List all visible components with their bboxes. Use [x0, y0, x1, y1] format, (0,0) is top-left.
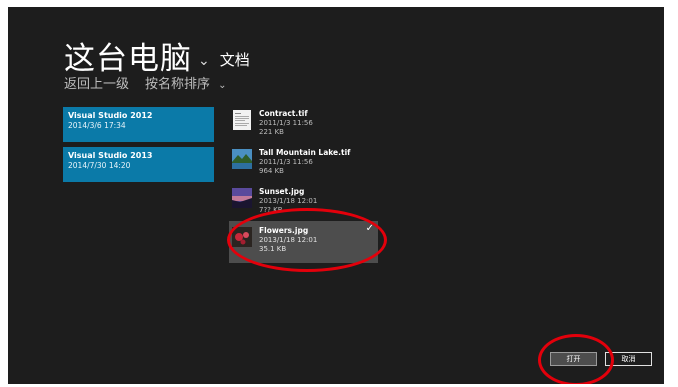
file-name: Contract.tif	[259, 109, 308, 118]
file-size: 7?? KB	[259, 206, 283, 214]
cancel-button[interactable]: 取消	[605, 352, 652, 366]
folder-tile-visual-studio-2013-extension	[63, 177, 214, 182]
file-size: 221 KB	[259, 128, 284, 136]
file-date: 2013/1/18 12:01	[259, 236, 318, 244]
document-thumbnail-icon	[233, 110, 251, 130]
file-picker-screen: 这台电脑 ⌄ 文档 返回上一级 按名称排序 ⌄ Visual Studio 20…	[8, 7, 664, 384]
mountain-lake-thumbnail-icon	[232, 149, 252, 169]
file-name: Sunset.jpg	[259, 187, 305, 196]
location-title[interactable]: 这台电脑	[64, 33, 192, 78]
file-date: 2011/1/3 11:56	[259, 158, 313, 166]
sort-label: 按名称排序	[145, 77, 211, 92]
sunset-thumbnail-icon	[232, 188, 252, 208]
folder-date: 2014/7/30 14:20	[68, 161, 131, 170]
file-date: 2011/1/3 11:56	[259, 119, 313, 127]
file-name: Tall Mountain Lake.tif	[259, 148, 351, 157]
file-size: 964 KB	[259, 167, 284, 175]
open-button[interactable]: 打开	[550, 352, 597, 366]
location-header[interactable]: 这台电脑 ⌄ 文档	[64, 33, 250, 78]
flowers-thumbnail-icon	[232, 227, 252, 247]
checkmark-icon: ✓	[365, 223, 374, 234]
file-name: Flowers.jpg	[259, 226, 309, 235]
file-item-sunset[interactable]: Sunset.jpg 2013/1/18 12:01 7?? KB	[229, 182, 378, 224]
sort-by-name-dropdown[interactable]: 按名称排序 ⌄	[145, 73, 227, 92]
chevron-down-icon: ⌄	[218, 80, 227, 91]
chevron-down-icon[interactable]: ⌄	[198, 53, 210, 69]
file-item-flowers[interactable]: Flowers.jpg 2013/1/18 12:01 35.1 KB ✓	[229, 221, 378, 263]
file-item-contract[interactable]: Contract.tif 2011/1/3 11:56 221 KB	[229, 104, 378, 146]
file-date: 2013/1/18 12:01	[259, 197, 318, 205]
toolbar: 返回上一级 按名称排序 ⌄	[64, 73, 243, 92]
go-up-button[interactable]: 返回上一级	[64, 73, 129, 92]
folder-name: Visual Studio 2012	[68, 111, 153, 120]
subfolder-label: 文档	[219, 51, 250, 69]
file-size: 35.1 KB	[259, 245, 287, 253]
folder-name: Visual Studio 2013	[68, 151, 153, 160]
file-item-tall-mountain-lake[interactable]: Tall Mountain Lake.tif 2011/1/3 11:56 96…	[229, 143, 378, 185]
folder-date: 2014/3/6 17:34	[68, 121, 126, 130]
folder-tile-visual-studio-2012[interactable]: Visual Studio 2012 2014/3/6 17:34	[63, 107, 214, 142]
